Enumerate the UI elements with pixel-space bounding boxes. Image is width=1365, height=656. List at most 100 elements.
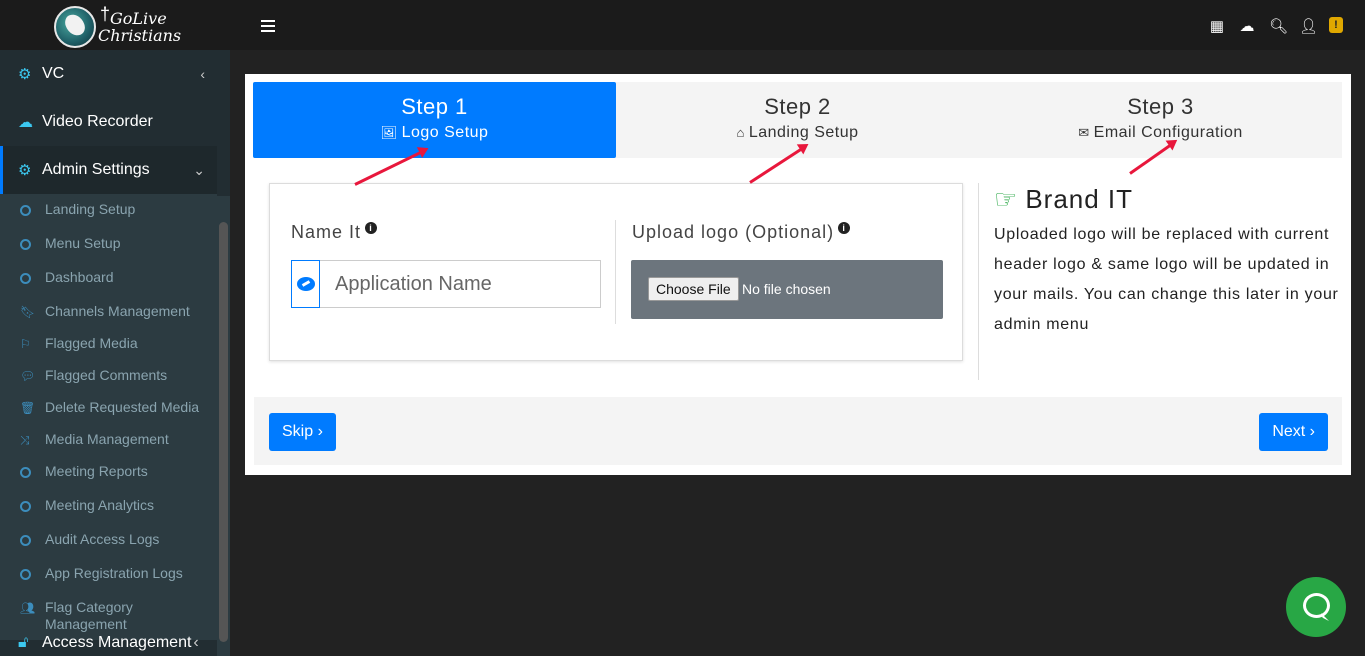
chevron-left-icon: ‹ (193, 634, 199, 651)
sidebar-item-label: Meeting Analytics (45, 497, 154, 513)
sidebar-item-media-management[interactable]: ⤨ Media Management (0, 424, 217, 456)
hamburger-menu-icon[interactable] (261, 20, 275, 32)
sidebar-item-label: Admin Settings (42, 161, 150, 178)
home-icon: ⌂ (736, 125, 745, 140)
cloud-upload-icon[interactable]: ☁ (1239, 17, 1255, 35)
sidebar-item-flagged-comments[interactable]: 💬︎ Flagged Comments (0, 360, 217, 392)
setup-wizard-card: Step 1 🖼︎ Logo Setup Step 2 ⌂ Landing Setu… (245, 74, 1351, 475)
admin-settings-submenu: Landing Setup Menu Setup Dashboard 🔖︎ Ch… (0, 194, 217, 640)
chat-widget-button[interactable] (1286, 577, 1346, 637)
upload-label: Upload logo (Optional) i (632, 222, 851, 243)
sidebar-menu: ⚙ VC ‹ ☁ Video Recorder ⚙ Admin Settings… (0, 50, 217, 640)
notification-badge-icon[interactable]: ! (1329, 17, 1343, 33)
chevron-down-icon: ⌄ (193, 161, 205, 178)
name-label-text: Name It (291, 222, 362, 242)
top-navbar: ▦ ☁ 🔍︎ 👤︎ ! (230, 0, 1365, 50)
sidebar-item-label: Channels Management (45, 303, 190, 319)
step-title: Step 3 (1127, 94, 1194, 119)
shuffle-icon: ⤨ (20, 433, 30, 447)
name-label: Name It i (291, 222, 378, 243)
logo[interactable]: † GoLive Christians (0, 0, 230, 50)
comments-icon: 💬︎ (20, 369, 36, 383)
sidebar-item-channels-management[interactable]: 🔖︎ Channels Management (0, 296, 217, 328)
user-icon[interactable]: 👤︎ (1299, 17, 1318, 35)
file-upload-box: Choose File No file chosen (631, 260, 943, 319)
sidebar-item-label: VC (42, 65, 65, 82)
gears-icon: ⚙ (18, 66, 32, 83)
gears-icon: ⚙ (18, 162, 32, 179)
sidebar-item-label: Landing Setup (45, 201, 136, 217)
input-addon (291, 260, 320, 308)
circle-icon (20, 239, 31, 250)
sidebar-item-video-recorder[interactable]: ☁ Video Recorder (0, 98, 217, 146)
sidebar-item-dashboard[interactable]: Dashboard (0, 262, 217, 296)
step-3-tab[interactable]: Step 3 ✉ Email Configuration (979, 82, 1342, 158)
step-subtitle: Logo Setup (401, 124, 489, 141)
trash-icon: 🗑︎ (20, 401, 36, 415)
chat-bubble-icon (1303, 593, 1330, 618)
upload-label-text: Upload logo (Optional) (632, 222, 835, 242)
brand-it-title: Brand IT (1025, 184, 1134, 214)
envelope-icon: ✉ (1078, 125, 1090, 140)
step-title: Step 2 (764, 94, 831, 119)
skip-button-label: Skip (282, 423, 314, 440)
sidebar-item-meeting-analytics[interactable]: Meeting Analytics (0, 490, 217, 524)
sidebar-item-flagged-media[interactable]: ⚐ Flagged Media (0, 328, 217, 360)
circle-icon (20, 467, 31, 478)
chevron-right-icon: › (317, 423, 323, 440)
brand-line1: GoLive (110, 9, 167, 28)
info-icon[interactable]: i (365, 222, 378, 234)
search-icon[interactable]: 🔍︎ (1269, 17, 1288, 35)
sidebar-item-admin-settings[interactable]: ⚙ Admin Settings ⌄ (0, 146, 217, 194)
sidebar-scrollbar-thumb[interactable] (219, 222, 228, 642)
no-file-text: No file chosen (742, 281, 831, 297)
cloud-upload-icon: ☁ (18, 114, 33, 131)
app-badge-icon (296, 277, 315, 291)
step-1-tab[interactable]: Step 1 🖼︎ Logo Setup (253, 82, 616, 158)
sidebar-item-audit-access-logs[interactable]: Audit Access Logs (0, 524, 217, 558)
info-icon[interactable]: i (838, 222, 851, 234)
sidebar-item-label: App Registration Logs (45, 565, 183, 581)
sidebar-item-meeting-reports[interactable]: Meeting Reports (0, 456, 217, 490)
sidebar-item-label: Audit Access Logs (45, 531, 160, 547)
next-button-label: Next (1272, 423, 1306, 440)
sidebar-item-label: Dashboard (45, 269, 114, 285)
skip-button[interactable]: Skip › (269, 413, 336, 451)
brand-line2: Christians (98, 26, 182, 45)
image-icon: 🖼︎ (380, 125, 398, 140)
wizard-footer: Skip › Next › (254, 397, 1342, 465)
step-title: Step 1 (401, 94, 468, 119)
circle-icon (20, 501, 31, 512)
sidebar-item-label: Menu Setup (45, 235, 121, 251)
application-name-input[interactable] (320, 260, 601, 308)
sidebar-item-menu-setup[interactable]: Menu Setup (0, 228, 217, 262)
brand-it-heading: ☞ Brand IT (994, 184, 1133, 215)
unlock-icon: 🔓︎ (18, 634, 29, 651)
dove-logo-icon (54, 6, 96, 48)
sidebar-item-label: Video Recorder (42, 113, 153, 130)
circle-icon (20, 273, 31, 284)
sidebar-item-delete-requested-media[interactable]: 🗑︎ Delete Requested Media (0, 392, 217, 424)
sidebar-item-vc[interactable]: ⚙ VC ‹ (0, 50, 217, 98)
brand-it-description: Uploaded logo will be replaced with curr… (994, 226, 1339, 333)
circle-icon (20, 205, 31, 216)
logo-setup-form: Name Iti Upload logo (Optional)i Choose … (269, 183, 963, 361)
sidebar-item-landing-setup[interactable]: Landing Setup (0, 194, 217, 228)
calendar-icon[interactable]: ▦ (1209, 17, 1225, 35)
hand-point-right-icon: ☞ (994, 184, 1019, 214)
circle-icon (20, 535, 31, 546)
chevron-left-icon: ‹ (200, 66, 205, 82)
sidebar-item-label: Meeting Reports (45, 463, 148, 479)
sidebar-item-app-registration-logs[interactable]: App Registration Logs (0, 558, 217, 592)
flag-icon: ⚐ (20, 337, 31, 351)
panel-divider (978, 183, 979, 380)
sidebar-item-label: Delete Requested Media (45, 399, 200, 415)
chevron-right-icon: › (1309, 423, 1315, 440)
next-button[interactable]: Next › (1259, 413, 1328, 451)
bookmark-icon: 🔖︎ (20, 305, 36, 319)
choose-file-button[interactable]: Choose File (648, 277, 739, 301)
sidebar-item-label: Media Management (45, 431, 169, 447)
navbar-icons: ▦ ☁ 🔍︎ 👤︎ ! (1209, 17, 1343, 35)
sidebar-item-access-management[interactable]: 🔓︎ Access Management ‹ (0, 623, 217, 656)
circle-icon (20, 569, 31, 580)
